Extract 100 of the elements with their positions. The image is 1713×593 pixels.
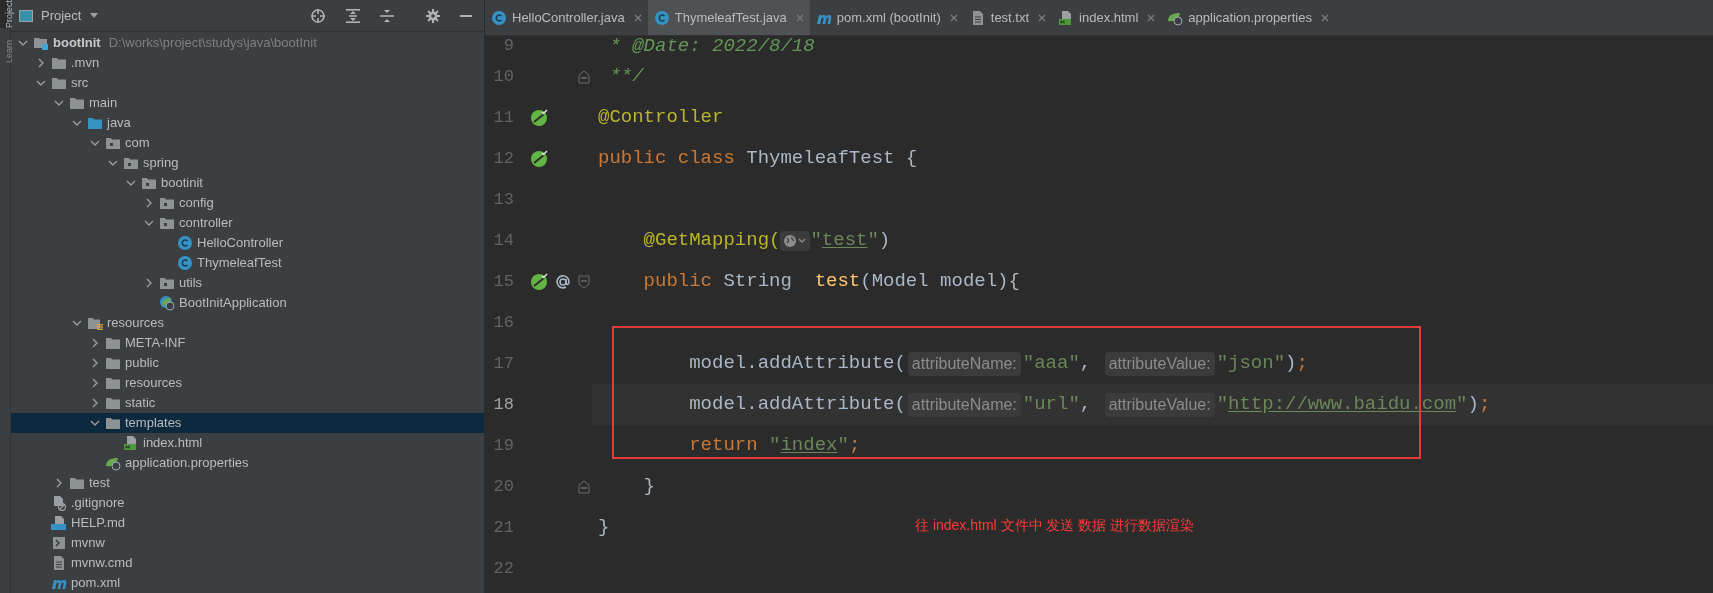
tree-item-label[interactable]: BootInitApplication (179, 293, 287, 313)
close-icon[interactable] (949, 13, 958, 22)
editor-tab[interactable]: application.properties (1161, 0, 1335, 35)
tree-item-label[interactable]: com (125, 133, 150, 153)
collapse-all-icon[interactable] (380, 7, 394, 24)
code-text: ) (878, 228, 891, 254)
tree-item-label[interactable]: spring (143, 153, 179, 173)
code-text: ; (1296, 351, 1308, 377)
panel-icon (19, 9, 33, 22)
editor-tab[interactable]: ThymeleafTest.java (647, 0, 810, 35)
bean-icon[interactable] (530, 272, 548, 291)
minimize-icon[interactable] (460, 14, 472, 17)
tree-item-label[interactable]: utils (179, 273, 203, 293)
code-text: " (867, 228, 879, 254)
code-text: public class (598, 146, 736, 172)
close-icon[interactable] (1038, 13, 1047, 22)
close-icon[interactable] (633, 13, 642, 22)
code-text: @GetMapping( (643, 228, 781, 254)
code-text: * @Date: 2022/8/18 (609, 33, 815, 59)
class-icon (491, 9, 507, 26)
tree-item-label[interactable]: ThymeleafTest (197, 253, 282, 273)
globe-dropdown-icon[interactable] (780, 230, 811, 251)
fold-marker-icon[interactable] (578, 479, 590, 494)
link-text[interactable]: test (821, 226, 868, 255)
tree-row-selected[interactable]: templates (11, 413, 484, 433)
code-text: "url" (1022, 392, 1080, 418)
parameter-hint: attributeName: (907, 392, 1021, 417)
close-icon[interactable] (1320, 13, 1329, 22)
tree-item-label[interactable]: public (125, 353, 159, 373)
code-text: " (1216, 392, 1229, 418)
tree-item-label[interactable]: resources (125, 373, 183, 393)
tree-item-label[interactable]: HELP.md (71, 513, 125, 533)
fold-marker-icon[interactable] (578, 69, 590, 84)
tree-item-label[interactable]: java (107, 113, 131, 133)
dropdown-caret-icon[interactable] (89, 12, 100, 19)
code-text: } (598, 515, 610, 541)
tree-item-label[interactable]: application.properties (125, 453, 249, 473)
tree-item-label[interactable]: config (179, 193, 214, 213)
folder-icon (105, 375, 121, 391)
tree-item-label[interactable]: META-INF (125, 333, 186, 353)
package-folder-icon (141, 175, 157, 191)
spring-leaf-icon (159, 295, 175, 311)
tree-item-label[interactable]: .gitignore (71, 493, 125, 513)
tree-item-label[interactable]: resources (107, 313, 165, 333)
panel-title[interactable]: Project (41, 5, 82, 26)
code-text: "aaa" (1022, 351, 1080, 377)
editor-tab[interactable]: pom.xml (bootInit) (809, 0, 964, 35)
folder-icon (105, 395, 121, 411)
code-text: " (837, 433, 849, 459)
bean-icon[interactable] (530, 108, 548, 127)
tree-item-label[interactable]: index.html (143, 433, 203, 453)
code-text: model.addAttribute( (689, 392, 906, 418)
tree-item-label[interactable]: main (89, 93, 118, 113)
tool-window-tab[interactable]: Learn (0, 40, 10, 64)
markdown-file-icon (51, 515, 67, 531)
tree-item-label[interactable]: static (125, 393, 156, 413)
tree-item-label[interactable]: mvnw (71, 533, 105, 553)
folder-icon (105, 335, 121, 351)
tree-item-label[interactable]: controller (179, 213, 233, 233)
html-file-icon (123, 435, 139, 451)
tree-item-label[interactable]: pom.xml (71, 573, 121, 593)
bean-icon[interactable] (530, 149, 548, 168)
editor-tab[interactable]: HelloController.java (485, 0, 648, 35)
line-number: 16 (492, 311, 514, 334)
folder-icon (51, 55, 67, 71)
code-text: (Model model){ (860, 269, 1020, 295)
close-icon[interactable] (1147, 13, 1156, 22)
editor-tab[interactable]: test.txt (963, 0, 1053, 35)
tree-item-label[interactable]: test (89, 473, 110, 493)
folder-icon (105, 415, 121, 431)
package-folder-icon (159, 275, 175, 291)
spring-leaf-icon (105, 455, 121, 471)
crosshair-icon[interactable] (310, 7, 326, 24)
tree-item-label[interactable]: HelloController (197, 233, 283, 253)
at-sign-icon[interactable] (554, 272, 572, 291)
tree-item-label[interactable]: bootinit (161, 173, 203, 193)
code-text: model.addAttribute( (689, 351, 906, 377)
code-text: @Controller (598, 105, 724, 131)
tree-item-label[interactable]: .mvn (71, 53, 100, 73)
tree-item-label[interactable]: bootInit (53, 33, 101, 53)
link-text[interactable]: index (780, 431, 838, 460)
editor-tab[interactable]: index.html (1052, 0, 1162, 35)
text-file-icon (51, 555, 67, 571)
tree-item-label[interactable]: mvnw.cmd (71, 553, 133, 573)
class-icon (177, 255, 193, 271)
line-number: 19 (492, 434, 514, 457)
expand-all-icon[interactable] (346, 7, 360, 24)
code-text: **/ (609, 64, 644, 90)
line-number: 18 (492, 393, 514, 416)
parameter-hint: attributeValue: (1104, 351, 1215, 376)
resources-folder-icon (87, 315, 103, 331)
code-text: } (643, 474, 655, 500)
fold-marker-icon[interactable] (578, 274, 590, 289)
settings-icon[interactable] (426, 8, 440, 23)
code-text: ; (1478, 392, 1491, 418)
module-path: D:\works\project\studys\java\bootInit (108, 34, 317, 53)
tree-item-label[interactable]: templates (125, 413, 182, 433)
line-number: 15 (492, 270, 514, 293)
package-folder-icon (159, 195, 175, 211)
tree-item-label[interactable]: src (71, 73, 89, 93)
